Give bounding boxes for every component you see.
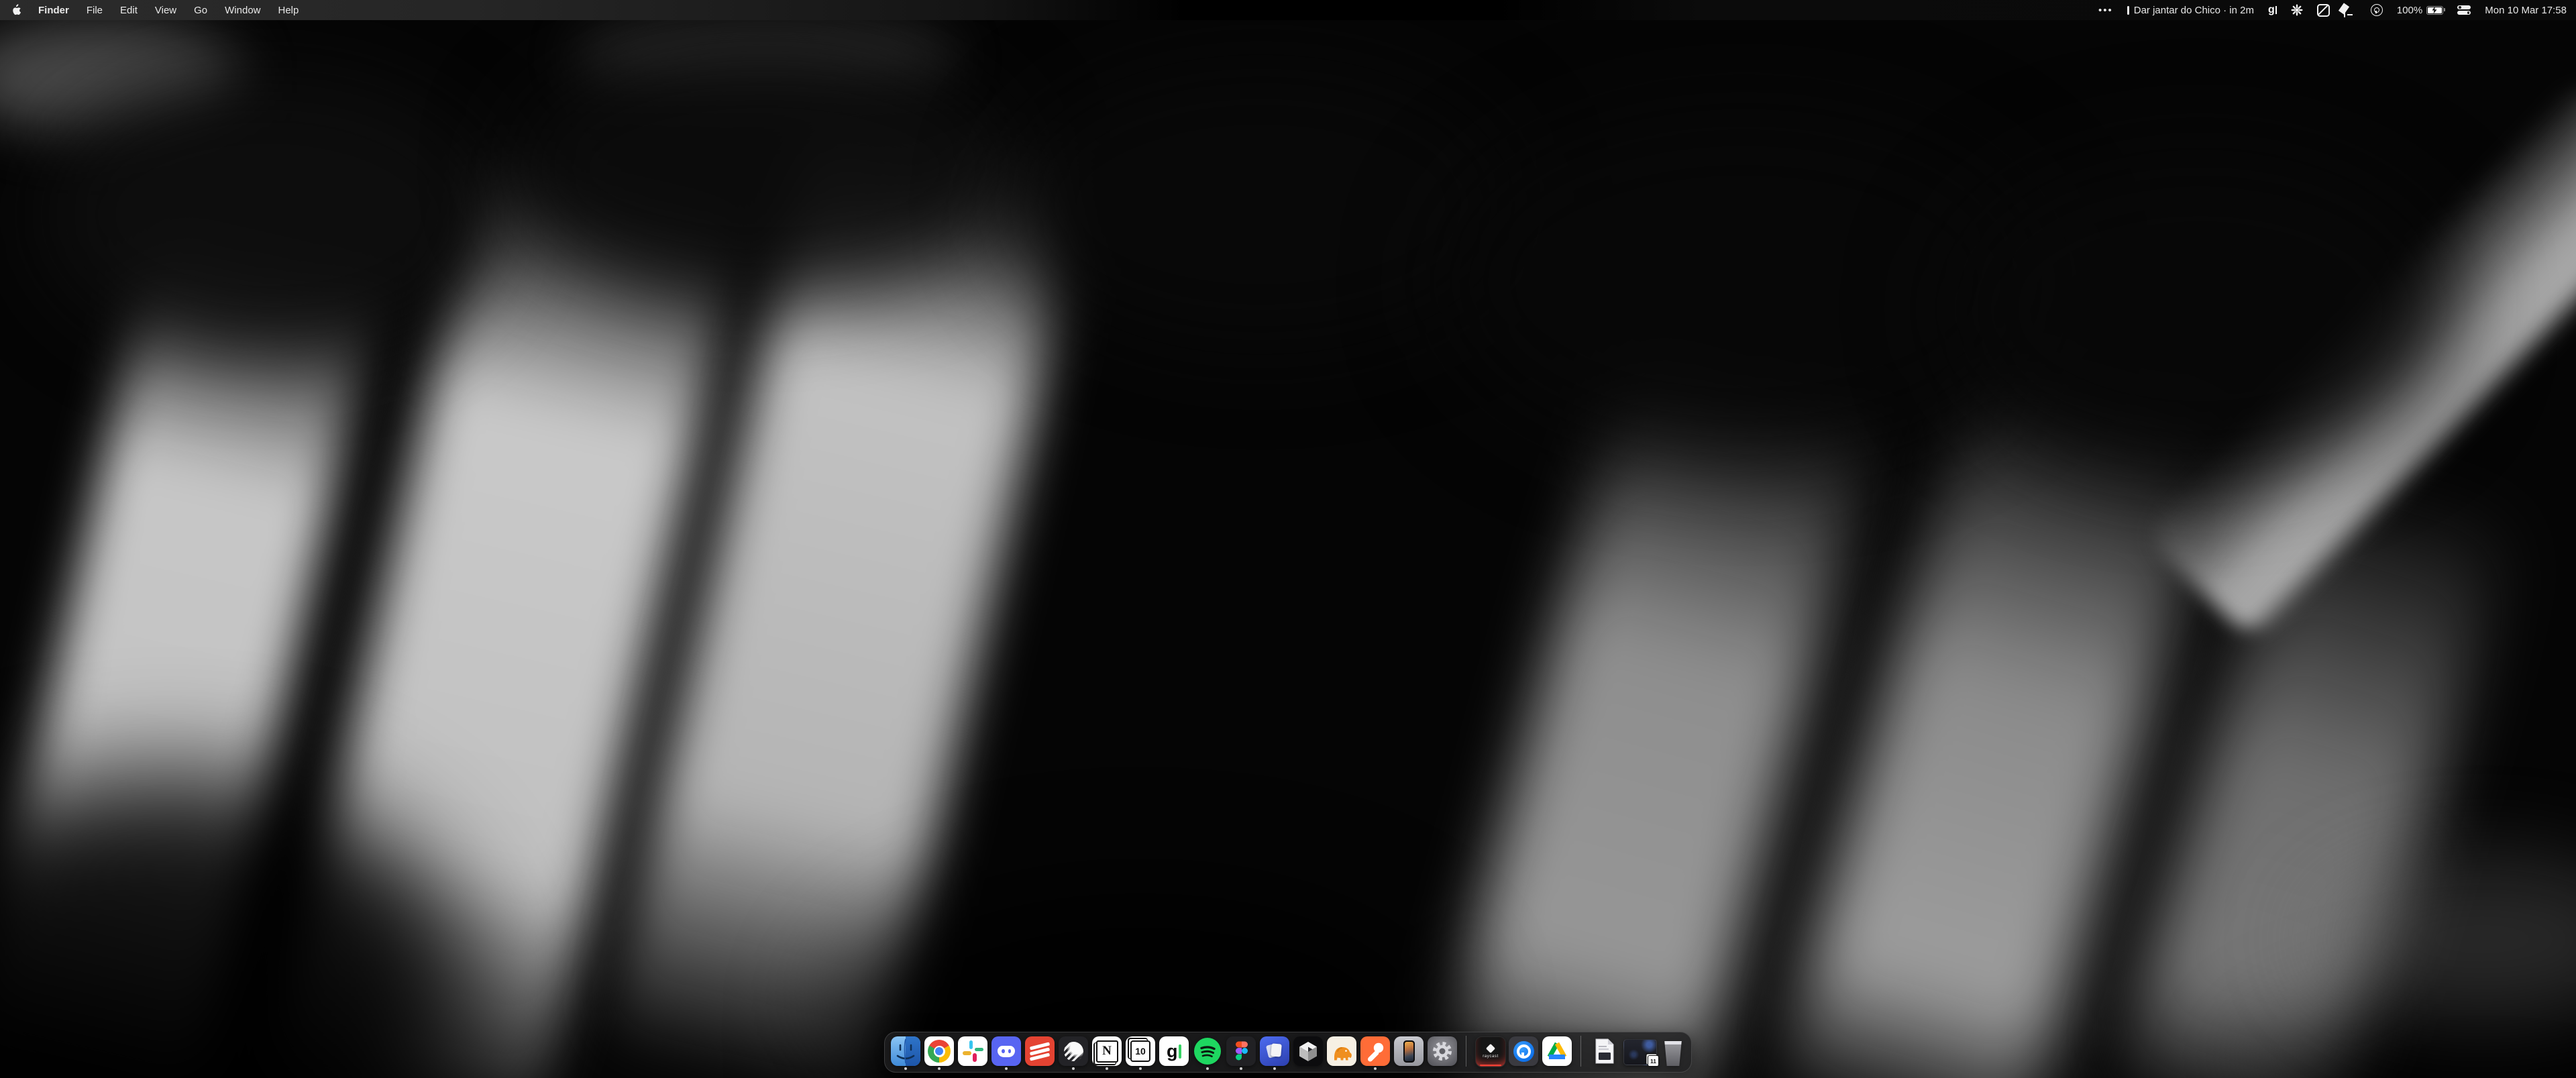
figma-icon [1226,1036,1256,1066]
control-center-icon[interactable] [2457,5,2471,15]
running-indicator [904,1067,907,1070]
running-indicator [1139,1067,1142,1070]
macos-desktop: Finder File Edit View Go Window Help •••… [0,0,2576,1078]
postman-icon [1360,1036,1390,1066]
menu-go[interactable]: Go [194,5,207,16]
linear-icon [1059,1036,1088,1066]
chrome-icon [924,1036,954,1066]
dock-item-discord[interactable] [991,1036,1021,1066]
dock-item-1password[interactable] [1509,1036,1538,1066]
discord-icon [991,1036,1021,1066]
wallpaper-streak [40,74,496,356]
running-indicator [1106,1067,1108,1070]
granola-icon: g [1159,1036,1189,1066]
dock-item-notion-calendar[interactable]: 10 [1126,1036,1155,1066]
dock: N 10 g [884,1032,1692,1073]
menu-view[interactable]: View [155,5,176,16]
dock-item-stack[interactable]: 11 [1623,1036,1657,1066]
menu-bar-right: ••• Dar jantar do Chico · in 2m g 100% M… [2098,0,2576,20]
flower-icon[interactable] [2291,4,2303,16]
event-text: Dar jantar do Chico · in 2m [2134,5,2254,16]
notion-calendar-icon: 10 [1126,1036,1155,1066]
cube-3d-icon [1293,1036,1323,1066]
dock-item-granola[interactable]: g [1159,1036,1189,1066]
menu-bar: Finder File Edit View Go Window Help •••… [0,0,2576,20]
raycast-icon: raycast [1475,1036,1506,1067]
display-icon[interactable] [2344,5,2357,15]
google-drive-icon [1542,1036,1572,1066]
rounded-square-slash-icon[interactable] [2317,4,2330,17]
running-indicator [1072,1067,1075,1070]
dock-item-raycast[interactable]: raycast [1475,1036,1505,1066]
battery-status[interactable]: 100% [2397,5,2443,16]
event-color-bar [2127,6,2129,15]
wallpaper-streak [510,40,1020,295]
todoist-icon [1025,1036,1055,1066]
wallpaper-streak [1945,148,2455,470]
dock-item-system-settings[interactable] [1428,1036,1457,1066]
menu-bar-clock[interactable]: Mon 10 Mar 17:58 [2485,5,2567,16]
dock-item-postman[interactable] [1360,1036,1390,1066]
postgres-elephant-icon [1327,1036,1356,1066]
dock-item-linear[interactable] [1059,1036,1088,1066]
battery-icon [2426,6,2443,15]
trash-icon [1661,1036,1685,1066]
dock-item-slack[interactable] [958,1036,987,1066]
menu-edit[interactable]: Edit [120,5,138,16]
ios-simulator-icon [1394,1036,1424,1066]
finder-icon [891,1036,920,1066]
dock-item-simulator[interactable] [1394,1036,1424,1066]
dock-item-notion[interactable]: N [1092,1036,1122,1066]
1password-icon [1509,1036,1538,1066]
stack-count-badge: 11 [1648,1055,1659,1067]
running-indicator [938,1067,941,1070]
dock-item-finder[interactable] [891,1036,920,1066]
menu-window[interactable]: Window [225,5,260,16]
document-file-icon [1590,1036,1619,1066]
dock-item-cube-3d-app[interactable] [1293,1036,1323,1066]
dock-divider [1580,1036,1581,1067]
active-app-name[interactable]: Finder [38,5,69,16]
menu-help[interactable]: Help [278,5,299,16]
apple-menu-icon[interactable] [11,4,21,16]
dock-item-blue-pages-app[interactable] [1260,1036,1289,1066]
wallpaper-streak [1006,60,1516,349]
menu-extras-overflow[interactable]: ••• [2098,5,2113,16]
running-indicator [1273,1067,1276,1070]
dock-item-document[interactable] [1590,1036,1619,1066]
menu-file[interactable]: File [87,5,103,16]
dock-item-figma[interactable] [1226,1036,1256,1066]
battery-percent: 100% [2397,5,2422,16]
granola-menu-icon[interactable]: g [2268,4,2277,16]
running-indicator [1240,1067,1242,1070]
next-event-item[interactable]: Dar jantar do Chico · in 2m [2127,5,2254,16]
dock-item-google-drive[interactable] [1542,1036,1572,1066]
blue-pages-icon [1260,1036,1289,1066]
1password-menu-icon[interactable] [2371,4,2383,16]
spotify-icon [1193,1036,1222,1066]
notion-icon: N [1092,1036,1122,1066]
running-indicator [1005,1067,1008,1070]
dock-item-todoist[interactable] [1025,1036,1055,1066]
running-indicator [1206,1067,1209,1070]
dock-item-chrome[interactable] [924,1036,954,1066]
dock-item-postgres[interactable] [1327,1036,1356,1066]
dock-item-spotify[interactable] [1193,1036,1222,1066]
dock-item-trash[interactable] [1661,1036,1685,1066]
slack-icon [958,1036,987,1066]
system-settings-gear-icon [1428,1036,1457,1066]
wallpaper [0,0,2576,1078]
running-indicator [1374,1067,1377,1070]
menu-bar-left: Finder File Edit View Go Window Help [0,0,299,20]
screenshot-stack-thumbnail: 11 [1623,1039,1657,1069]
